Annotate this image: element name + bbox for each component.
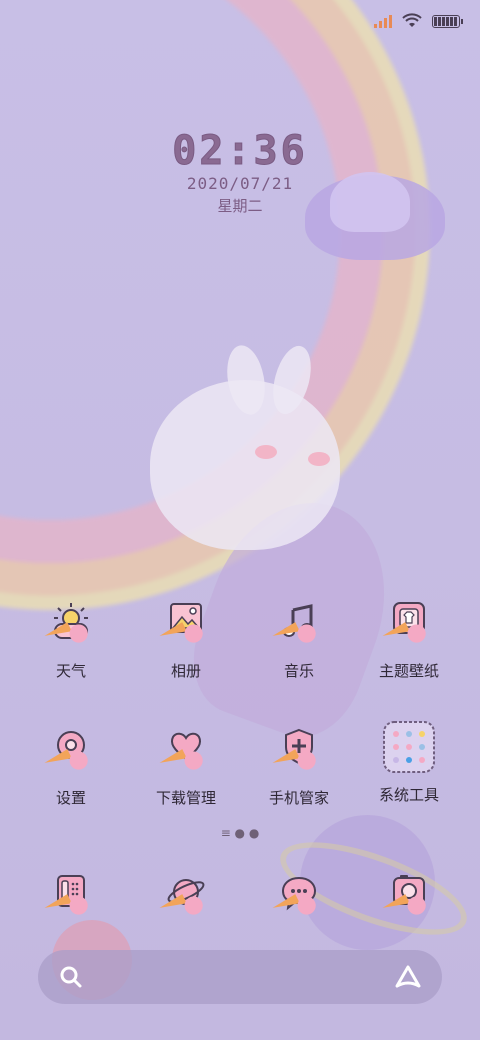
bunny-blush-art xyxy=(308,452,330,466)
wifi-icon xyxy=(402,13,422,27)
camera-icon xyxy=(382,872,434,922)
page-indicator-dots: ≡ ● ● xyxy=(220,826,260,840)
clock-weekday: 星期二 xyxy=(217,197,263,215)
battery-icon xyxy=(432,14,463,28)
dock-camera[interactable] xyxy=(349,872,469,922)
planet-browser-icon xyxy=(159,872,211,922)
weather-icon xyxy=(44,600,96,650)
message-icon xyxy=(272,872,324,922)
app-downloads[interactable]: 下载管理 xyxy=(126,727,246,808)
dock-browser[interactable] xyxy=(126,872,246,922)
clock-date: 2020/07/21 xyxy=(186,174,294,193)
app-label: 音乐 xyxy=(283,662,314,680)
signal-bars-icon xyxy=(374,14,392,28)
assistant-icon[interactable] xyxy=(394,964,422,990)
shield-icon xyxy=(272,727,324,777)
clock-widget[interactable]: 02:36 2020/07/21 星期二 xyxy=(0,128,480,216)
gallery-icon xyxy=(159,600,211,650)
bunny-art xyxy=(150,380,340,550)
app-theme[interactable]: 主题壁纸 xyxy=(349,600,469,681)
app-gallery[interactable]: 相册 xyxy=(126,600,246,681)
folder-icon xyxy=(382,720,436,774)
app-music[interactable]: 音乐 xyxy=(239,600,359,681)
app-label: 手机管家 xyxy=(268,789,329,807)
app-weather[interactable]: 天气 xyxy=(11,600,131,681)
app-label: 系统工具 xyxy=(378,786,439,804)
app-label: 天气 xyxy=(55,662,86,680)
settings-icon xyxy=(44,727,96,777)
music-icon xyxy=(272,600,324,650)
status-bar xyxy=(374,10,463,32)
page-indicator[interactable]: ≡ ● ● xyxy=(0,826,480,840)
search-bar[interactable] xyxy=(38,950,442,1004)
phone-icon xyxy=(44,872,96,922)
dock-phone[interactable] xyxy=(11,872,131,922)
theme-icon xyxy=(382,600,434,650)
download-heart-icon xyxy=(159,727,211,777)
app-label: 主题壁纸 xyxy=(378,662,439,680)
dock-messages[interactable] xyxy=(239,872,359,922)
bunny-blush-art xyxy=(255,445,277,459)
search-icon[interactable] xyxy=(58,964,84,990)
app-label: 相册 xyxy=(170,662,201,680)
app-settings[interactable]: 设置 xyxy=(11,727,131,808)
clock-time: 02:36 xyxy=(172,128,308,175)
app-label: 设置 xyxy=(55,789,86,807)
app-system-tools-folder[interactable]: 系统工具 xyxy=(349,720,469,805)
app-phone-manager[interactable]: 手机管家 xyxy=(239,727,359,808)
app-label: 下载管理 xyxy=(155,789,216,807)
